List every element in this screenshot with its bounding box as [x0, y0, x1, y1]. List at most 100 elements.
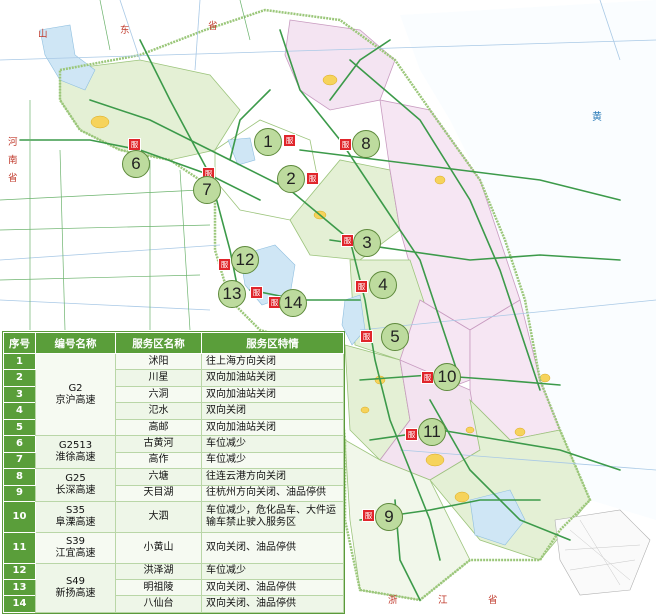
map-marker-11[interactable]: 11 [418, 418, 446, 446]
service-badge-2: 服 [306, 172, 319, 185]
header-index: 序号 [3, 332, 36, 354]
map-marker-2[interactable]: 2 [277, 165, 305, 193]
highway-name: 淮徐高速 [55, 452, 96, 464]
area-name: 天目湖 [115, 484, 202, 503]
area-feature: 双向加油站关闭 [201, 369, 344, 387]
map-marker-9[interactable]: 9 [375, 503, 403, 531]
area-name: 沭阳 [115, 352, 202, 371]
map-marker-8[interactable]: 8 [352, 130, 380, 158]
highway-cell: G2 京沪高速 [35, 352, 116, 437]
service-badge-12: 服 [218, 258, 231, 271]
service-badge-11: 服 [405, 428, 418, 441]
highway-name: 江宜高速 [55, 547, 96, 559]
table-header-row: 序号 编号名称 服务区名称 服务区特情 [3, 332, 344, 354]
row-number: 7 [3, 451, 36, 470]
area-feature: 车位减少 [201, 435, 344, 453]
row-number: 8 [3, 468, 36, 486]
area-name: 洪泽湖 [115, 562, 202, 580]
highway-code: G2513 [58, 440, 93, 452]
label-shandong-3: 省 [208, 21, 218, 32]
header-feature: 服务区特情 [201, 332, 344, 354]
label-shandong-1: 山 [38, 29, 48, 40]
highway-cell: G25 长深高速 [35, 468, 116, 503]
row-number: 2 [3, 369, 36, 387]
area-name: 氾水 [115, 402, 202, 420]
label-shandong-2: 东 [120, 25, 130, 36]
row-number: 4 [3, 402, 36, 420]
area-feature: 往杭州方向关闭、油品停供 [201, 484, 344, 503]
label-henan-2: 南 [8, 155, 18, 166]
map-marker-5[interactable]: 5 [381, 323, 409, 351]
table-row: 6 G2513 淮徐高速 古黄河 车位减少 [3, 435, 344, 470]
map-marker-7[interactable]: 7 [193, 176, 221, 204]
map-marker-13[interactable]: 13 [218, 280, 246, 308]
label-henan-1: 河 [8, 137, 18, 148]
row-number: 13 [3, 578, 36, 597]
service-badge-13: 服 [250, 286, 263, 299]
row-number: 12 [3, 562, 36, 580]
highway-cell: S35 阜溧高速 [35, 501, 116, 533]
highway-cell: S49 新扬高速 [35, 562, 116, 614]
label-zhejiang-3: 省 [488, 595, 498, 606]
area-name: 八仙台 [115, 595, 202, 613]
area-name: 六塘 [115, 468, 202, 486]
service-badge-1: 服 [283, 134, 296, 147]
area-feature: 车位减少 [201, 562, 344, 580]
table-row: 8 G25 长深高速 六塘 往连云港方向关闭 [3, 468, 344, 503]
map-marker-6[interactable]: 6 [122, 150, 150, 178]
area-feature: 双向关闭、油品停供 [201, 531, 344, 564]
header-area-name: 服务区名称 [115, 332, 202, 354]
area-name: 大泗 [115, 501, 202, 533]
service-badge-8: 服 [339, 138, 352, 151]
table-row: 1 G2 京沪高速 沭阳 往上海方向关闭 [3, 352, 344, 437]
map-marker-3[interactable]: 3 [353, 229, 381, 257]
header-code-name: 编号名称 [35, 332, 116, 354]
label-henan-3: 省 [8, 173, 18, 184]
area-name: 古黄河 [115, 435, 202, 453]
highway-name: 阜溧高速 [55, 516, 96, 528]
highway-name: 长深高速 [55, 485, 96, 497]
map-marker-12[interactable]: 12 [231, 246, 259, 274]
area-feature: 往连云港方向关闭 [201, 468, 344, 486]
map-marker-4[interactable]: 4 [369, 271, 397, 299]
row-number: 3 [3, 385, 36, 404]
area-name: 高作 [115, 451, 202, 470]
highway-code: G2 [68, 382, 83, 394]
row-number: 11 [3, 531, 36, 564]
area-feature: 双向加油站关闭 [201, 385, 344, 404]
area-name: 川星 [115, 369, 202, 387]
highway-name: 新扬高速 [55, 587, 96, 599]
highway-code: S39 [65, 535, 86, 547]
row-number: 5 [3, 418, 36, 437]
area-feature: 车位减少 [201, 451, 344, 470]
service-badge-3: 服 [341, 234, 354, 247]
service-badge-9: 服 [362, 509, 375, 522]
table-row: 12 S49 新扬高速 洪泽湖 车位减少 [3, 562, 344, 614]
highway-name: 京沪高速 [55, 394, 96, 406]
map-marker-10[interactable]: 10 [433, 363, 461, 391]
row-number: 6 [3, 435, 36, 453]
area-name: 明祖陵 [115, 578, 202, 597]
highway-cell: G2513 淮徐高速 [35, 435, 116, 470]
area-feature: 双向关闭、油品停供 [201, 578, 344, 597]
highway-code: S49 [65, 575, 86, 587]
map-marker-14[interactable]: 14 [279, 289, 307, 317]
label-zhejiang-2: 江 [438, 595, 448, 606]
map-marker-1[interactable]: 1 [254, 128, 282, 156]
row-number: 1 [3, 352, 36, 371]
area-feature: 车位减少，危化品车、大件运输车禁止驶入服务区 [201, 501, 344, 533]
area-name: 小黄山 [115, 531, 202, 564]
service-badge-5: 服 [360, 330, 373, 343]
highway-cell: S39 江宜高速 [35, 531, 116, 564]
area-name: 高邮 [115, 418, 202, 437]
highway-code: G25 [65, 473, 86, 485]
row-number: 10 [3, 501, 36, 533]
label-yellow-sea: 黄 [592, 112, 602, 123]
table-row: 10 S35 阜溧高速 大泗 车位减少，危化品车、大件运输车禁止驶入服务区 [3, 501, 344, 533]
highway-code: S35 [65, 504, 86, 516]
area-feature: 往上海方向关闭 [201, 352, 344, 371]
table-row: 11 S39 江宜高速 小黄山 双向关闭、油品停供 [3, 531, 344, 564]
row-number: 9 [3, 484, 36, 503]
area-feature: 双向关闭、油品停供 [201, 595, 344, 613]
row-number: 14 [3, 595, 36, 613]
